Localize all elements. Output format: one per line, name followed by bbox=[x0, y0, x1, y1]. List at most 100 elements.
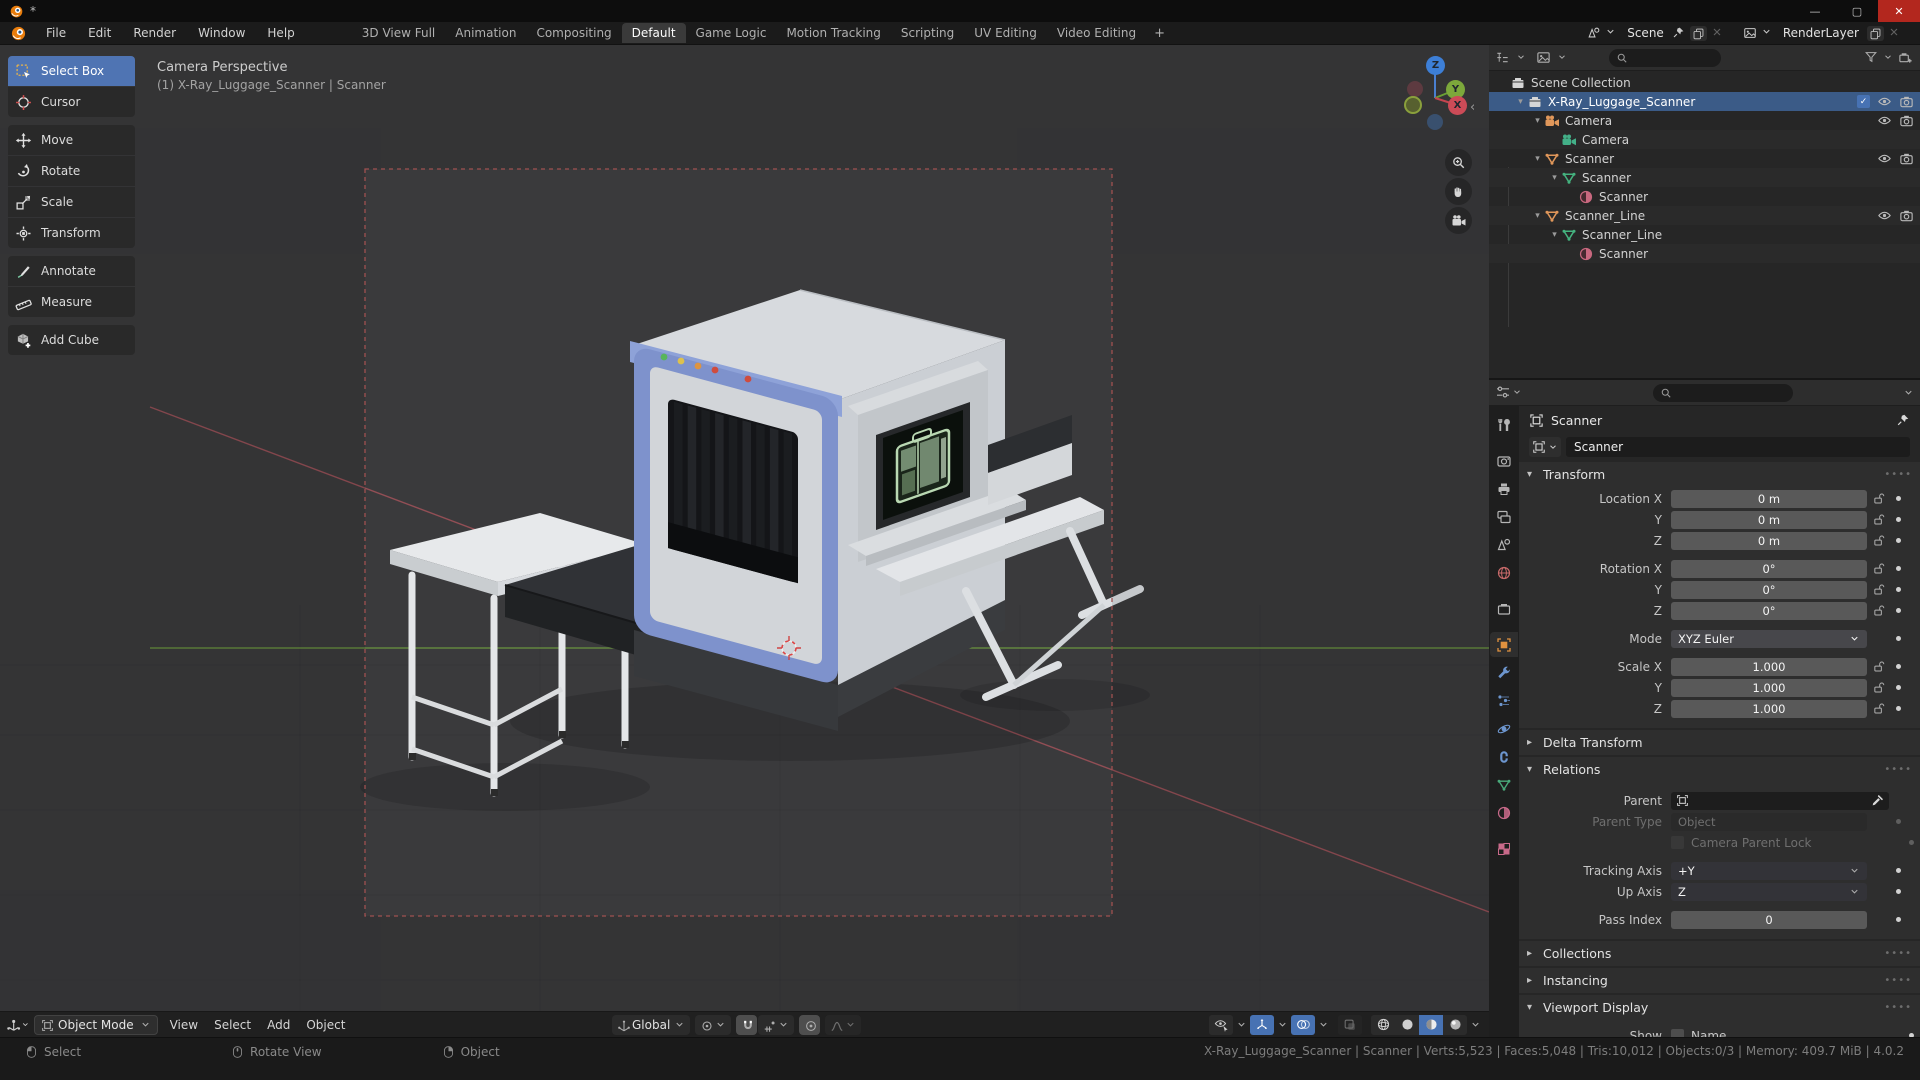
animate-dot[interactable] bbox=[1889, 587, 1907, 592]
minimize-button[interactable]: — bbox=[1794, 0, 1836, 22]
parent-field[interactable] bbox=[1671, 791, 1889, 810]
transform-orientation-dropdown[interactable]: Global bbox=[612, 1014, 691, 1035]
tool-cursor[interactable]: Cursor bbox=[8, 87, 135, 117]
proportional-falloff-dropdown[interactable] bbox=[825, 1014, 862, 1035]
viewport-menu-select[interactable]: Select bbox=[206, 1018, 259, 1032]
z-field[interactable]: 0 m bbox=[1671, 531, 1867, 550]
outliner-row[interactable]: Scanner bbox=[1489, 187, 1920, 206]
relations-panel-header[interactable]: ▾ Relations •••• bbox=[1519, 757, 1920, 782]
y-field[interactable]: 0° bbox=[1671, 580, 1867, 599]
workspace-tab-uv-editing[interactable]: UV Editing bbox=[964, 23, 1047, 43]
shading-rendered-button[interactable] bbox=[1443, 1014, 1467, 1035]
properties-tab-object-data[interactable] bbox=[1490, 772, 1518, 797]
workspace-tab-scripting[interactable]: Scripting bbox=[891, 23, 964, 43]
tool-scale[interactable]: Scale bbox=[8, 187, 135, 217]
viewport-menu-object[interactable]: Object bbox=[298, 1018, 353, 1032]
pan-view-button[interactable] bbox=[1445, 178, 1472, 205]
hide-in-viewport-icon[interactable] bbox=[1877, 94, 1892, 109]
workspace-tab-3d-view-full[interactable]: 3D View Full bbox=[352, 23, 446, 43]
workspace-tab-game-logic[interactable]: Game Logic bbox=[686, 23, 777, 43]
object-id-dropdown[interactable] bbox=[1529, 437, 1561, 457]
proportional-editing-toggle[interactable] bbox=[799, 1014, 821, 1035]
object-name-field[interactable]: Scanner bbox=[1566, 437, 1910, 457]
new-layer-icon[interactable] bbox=[1867, 25, 1884, 41]
blender-menu-icon[interactable] bbox=[10, 25, 27, 42]
properties-search-input[interactable] bbox=[1653, 383, 1793, 402]
animate-dot[interactable] bbox=[1889, 608, 1907, 613]
shading-material-button[interactable] bbox=[1419, 1014, 1443, 1035]
properties-tab-scene[interactable] bbox=[1490, 532, 1518, 557]
shading-wireframe-button[interactable] bbox=[1371, 1014, 1395, 1035]
lock-icon[interactable] bbox=[1867, 562, 1889, 575]
properties-tab-constraints[interactable] bbox=[1490, 744, 1518, 769]
workspace-tab-default[interactable]: Default bbox=[621, 23, 686, 43]
outliner-row[interactable]: ▾ Scanner_Line bbox=[1489, 225, 1920, 244]
menu-help[interactable]: Help bbox=[256, 23, 305, 43]
mode-dropdown[interactable]: Object Mode bbox=[34, 1014, 158, 1035]
collections-header[interactable]: ▸ Collections •••• bbox=[1519, 941, 1920, 966]
rotation-x-field[interactable]: 0° bbox=[1671, 559, 1867, 578]
properties-tab-world[interactable] bbox=[1490, 560, 1518, 585]
properties-tab-modifiers[interactable] bbox=[1490, 660, 1518, 685]
outliner-search-input[interactable] bbox=[1609, 48, 1721, 67]
animate-dot[interactable] bbox=[1889, 566, 1907, 571]
tool-rotate[interactable]: Rotate bbox=[8, 156, 135, 186]
tracking-axis-dropdown[interactable]: +Y bbox=[1671, 861, 1867, 880]
tool-add-cube[interactable]: Add Cube bbox=[8, 325, 135, 355]
outliner-row[interactable]: ▾ Scanner bbox=[1489, 168, 1920, 187]
zoom-view-button[interactable] bbox=[1445, 149, 1472, 176]
properties-editor-icon[interactable] bbox=[1495, 384, 1512, 401]
animate-dot[interactable] bbox=[1889, 706, 1907, 711]
gizmo-axis-neg-y[interactable] bbox=[1407, 81, 1423, 97]
maximize-button[interactable]: ▢ bbox=[1836, 0, 1878, 22]
properties-tab-render[interactable] bbox=[1490, 448, 1518, 473]
filter-icon[interactable] bbox=[1864, 50, 1879, 65]
outliner-row[interactable]: ▾ Camera bbox=[1489, 111, 1920, 130]
breadcrumb-object[interactable]: Scanner bbox=[1551, 413, 1602, 428]
outliner-row[interactable]: Camera bbox=[1489, 130, 1920, 149]
gizmo-axis-neg-z[interactable] bbox=[1427, 114, 1443, 130]
animate-dot[interactable] bbox=[1889, 685, 1907, 690]
viewport-display-header[interactable]: ▾ Viewport Display •••• bbox=[1519, 995, 1920, 1020]
new-collection-icon[interactable] bbox=[1898, 50, 1914, 66]
overlays-toggle[interactable] bbox=[1291, 1014, 1315, 1035]
pin-id-icon[interactable] bbox=[1896, 413, 1910, 427]
close-button[interactable]: ✕ bbox=[1878, 0, 1920, 22]
properties-tab-collection[interactable] bbox=[1490, 596, 1518, 621]
properties-options-icon[interactable] bbox=[1903, 387, 1914, 398]
tool-transform[interactable]: Transform bbox=[8, 218, 135, 248]
workspace-tab-compositing[interactable]: Compositing bbox=[526, 23, 621, 43]
transform-panel-header[interactable]: ▾ Transform •••• bbox=[1519, 462, 1920, 487]
viewport-menu-view[interactable]: View bbox=[162, 1018, 206, 1032]
properties-tab-output[interactable] bbox=[1490, 476, 1518, 501]
animate-dot[interactable] bbox=[1889, 517, 1907, 522]
viewport-menu-add[interactable]: Add bbox=[259, 1018, 298, 1032]
unlink-scene-icon[interactable] bbox=[1711, 26, 1725, 40]
scale-x-field[interactable]: 1.000 bbox=[1671, 657, 1867, 676]
lock-icon[interactable] bbox=[1867, 702, 1889, 715]
snap-toggle[interactable] bbox=[736, 1014, 758, 1035]
properties-tab-view-layer[interactable] bbox=[1490, 504, 1518, 529]
xray-toggle[interactable] bbox=[1338, 1014, 1362, 1035]
delta-transform-header[interactable]: ▸ Delta Transform bbox=[1519, 730, 1920, 755]
lock-icon[interactable] bbox=[1867, 583, 1889, 596]
lock-icon[interactable] bbox=[1867, 660, 1889, 673]
properties-tab-texture[interactable] bbox=[1490, 836, 1518, 861]
pivot-point-dropdown[interactable] bbox=[695, 1014, 732, 1035]
unlink-layer-icon[interactable] bbox=[1888, 26, 1902, 40]
tool-annotate[interactable]: Annotate bbox=[8, 256, 135, 286]
hide-in-viewport-icon[interactable] bbox=[1877, 113, 1892, 128]
eyedropper-icon[interactable] bbox=[1871, 794, 1884, 807]
shading-solid-button[interactable] bbox=[1395, 1014, 1419, 1035]
disable-in-renders-icon[interactable] bbox=[1899, 208, 1914, 223]
collection-checkbox[interactable]: ✓ bbox=[1857, 95, 1870, 108]
name-checkbox[interactable] bbox=[1671, 1029, 1684, 1037]
gizmo-axis-neg-x[interactable] bbox=[1404, 96, 1422, 114]
z-field[interactable]: 1.000 bbox=[1671, 699, 1867, 718]
hide-in-viewport-icon[interactable] bbox=[1877, 151, 1892, 166]
lock-icon[interactable] bbox=[1867, 513, 1889, 526]
menu-edit[interactable]: Edit bbox=[77, 23, 122, 43]
3d-viewport[interactable]: Camera Perspective (1) X-Ray_Luggage_Sca… bbox=[0, 45, 1489, 1037]
outliner-filter-id-icon[interactable] bbox=[1536, 50, 1552, 66]
disable-in-renders-icon[interactable] bbox=[1899, 151, 1914, 166]
